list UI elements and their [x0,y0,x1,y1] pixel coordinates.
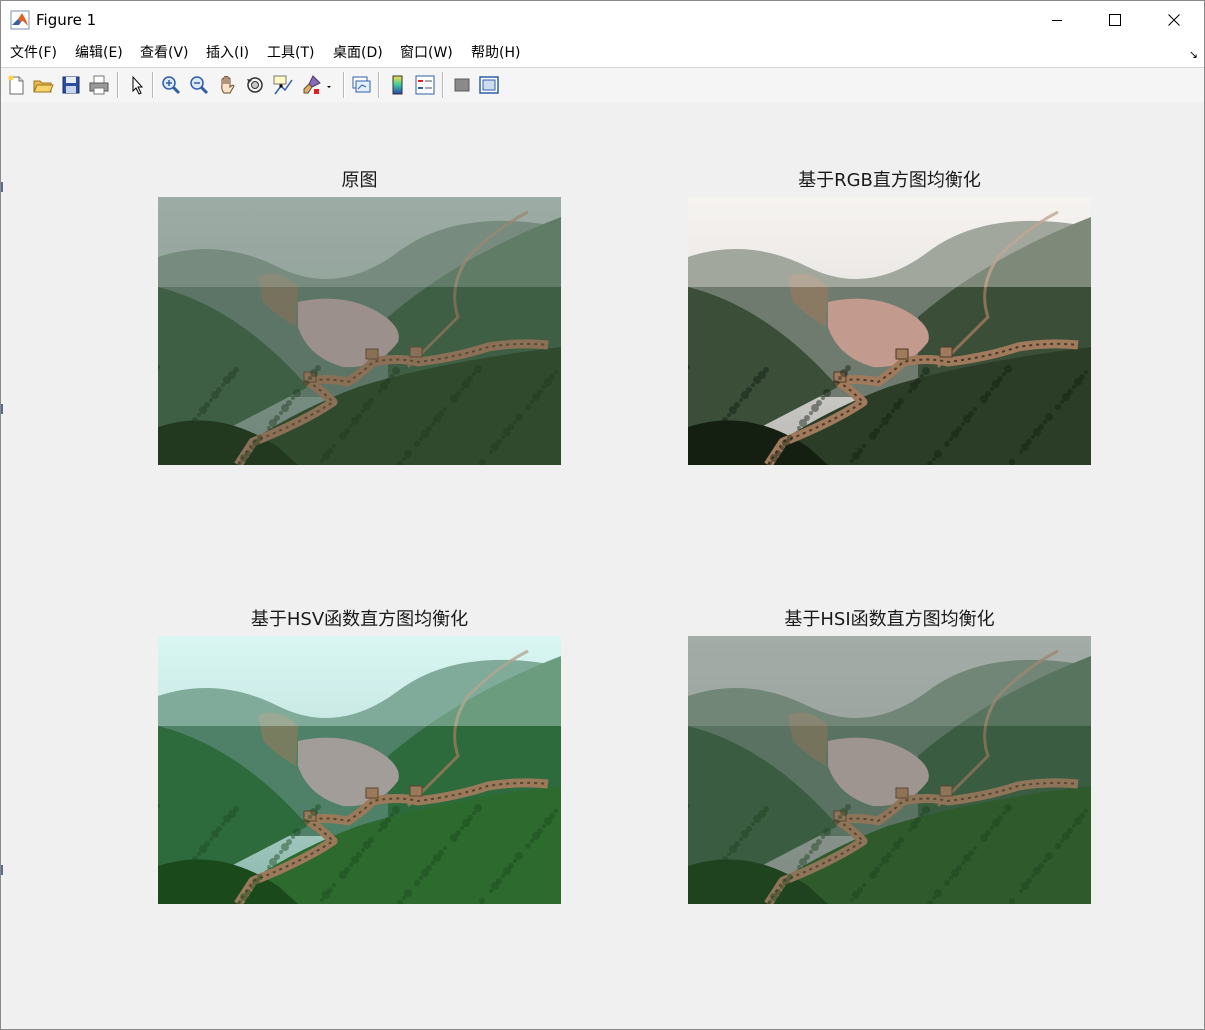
minimize-button[interactable] [1028,1,1086,39]
brush-dropdown-icon[interactable] [323,74,335,96]
maximize-button[interactable] [1086,1,1144,39]
toolbar-separator [117,72,119,98]
toolbar-separator [442,72,444,98]
toolbar-separator [378,72,380,98]
window-title: Figure 1 [36,11,97,29]
print-icon[interactable] [88,74,110,96]
panel-title-hsv: 基于HSV函数直方图均衡化 [250,609,469,630]
menu-edit[interactable]: 编辑(E) [75,44,123,62]
figure-window: Figure 1 文件(F) 编辑(E) 查看(V) 插入(I) 工具(T) 桌… [0,0,1205,1030]
new-figure-icon[interactable] [5,74,27,96]
data-cursor-icon[interactable] [272,74,294,96]
minimize-icon [1051,14,1063,26]
image-hsv-equalized[interactable] [158,636,561,904]
figure-toolbar [1,67,1204,103]
window-edge-mark [1,865,3,875]
image-original[interactable] [158,197,561,465]
close-button[interactable] [1145,1,1203,39]
menu-insert[interactable]: 插入(I) [206,44,249,62]
zoom-out-icon[interactable] [188,74,210,96]
hide-plot-tools-icon[interactable] [451,74,473,96]
pan-hand-icon[interactable] [216,74,238,96]
edit-plot-arrow-icon[interactable] [126,74,148,96]
menu-window[interactable]: 窗口(W) [400,44,453,62]
matlab-icon [10,10,30,30]
image-rgb-equalized[interactable] [688,197,1091,465]
dock-arrow-icon[interactable]: ↘ [1189,48,1198,61]
open-file-icon[interactable] [32,74,54,96]
legend-icon[interactable] [414,74,436,96]
title-bar: Figure 1 [1,1,1204,39]
show-plot-tools-icon[interactable] [478,74,500,96]
menu-view[interactable]: 查看(V) [140,44,189,62]
figure-canvas: 原图 基于RGB直方图均衡化 基于HSV函数直方图均衡化 基于HSI函数直方图均… [1,102,1204,1029]
toolbar-separator [343,72,345,98]
panel-title-rgb: 基于RGB直方图均衡化 [798,170,981,191]
rotate-3d-icon[interactable] [244,74,266,96]
menu-file[interactable]: 文件(F) [10,44,57,62]
close-icon [1168,14,1180,26]
save-icon[interactable] [60,74,82,96]
maximize-icon [1109,14,1121,26]
menu-help[interactable]: 帮助(H) [471,44,520,62]
window-edge-mark [1,404,3,414]
toolbar-separator [152,72,154,98]
menu-bar: 文件(F) 编辑(E) 查看(V) 插入(I) 工具(T) 桌面(D) 窗口(W… [1,39,1204,67]
brush-icon[interactable] [300,74,322,96]
panel-title-original: 原图 [341,170,378,191]
window-edge-mark [1,182,3,192]
image-hsi-equalized[interactable] [688,636,1091,904]
zoom-in-icon[interactable] [160,74,182,96]
colorbar-icon[interactable] [387,74,409,96]
menu-desktop[interactable]: 桌面(D) [333,44,383,62]
menu-tools[interactable]: 工具(T) [267,44,314,62]
link-plot-icon[interactable] [350,74,372,96]
panel-title-hsi: 基于HSI函数直方图均衡化 [784,609,995,630]
